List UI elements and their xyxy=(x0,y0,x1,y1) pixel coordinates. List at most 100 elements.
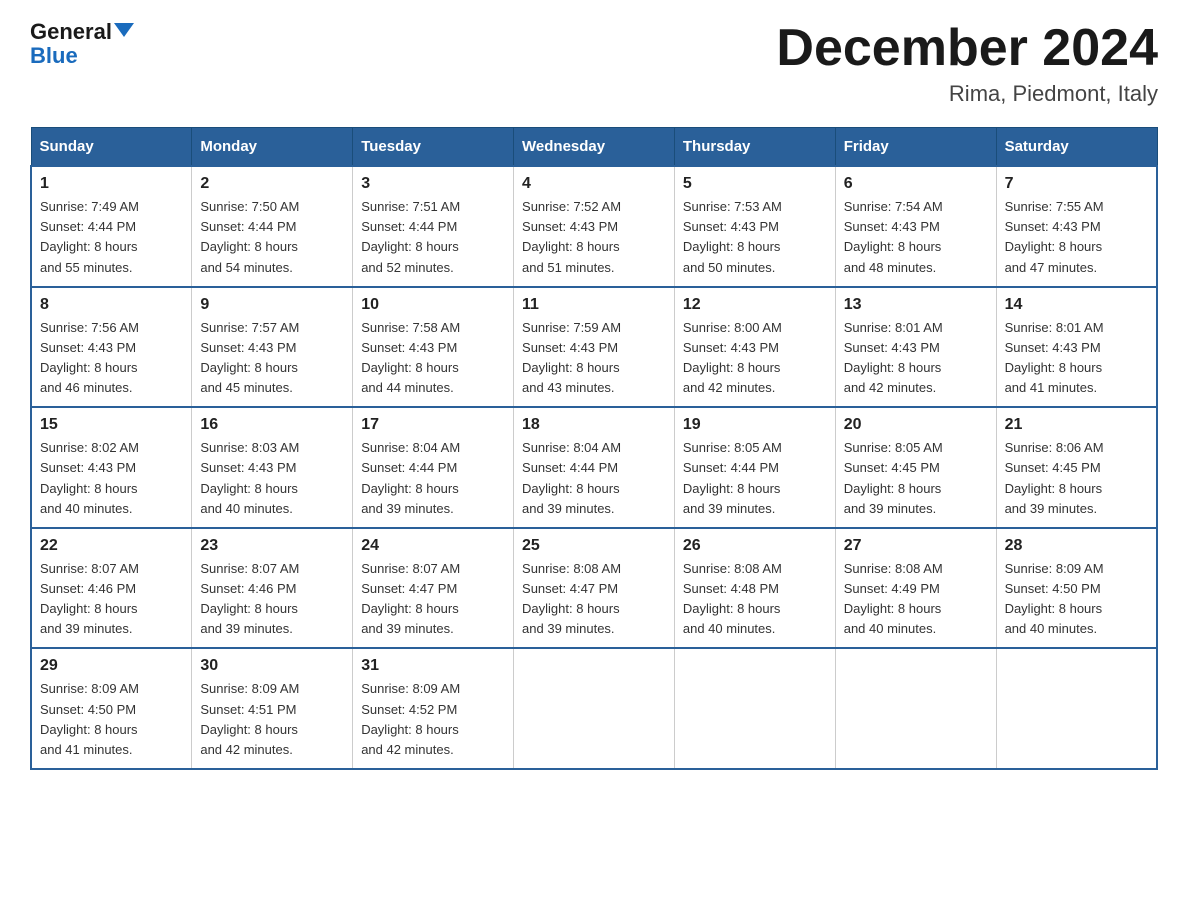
calendar-cell xyxy=(514,648,675,769)
day-info: Sunrise: 8:09 AMSunset: 4:51 PMDaylight:… xyxy=(200,679,344,760)
day-number: 6 xyxy=(844,175,988,193)
day-info: Sunrise: 8:07 AMSunset: 4:47 PMDaylight:… xyxy=(361,559,505,640)
day-number: 19 xyxy=(683,416,827,434)
day-number: 22 xyxy=(40,537,183,555)
day-number: 20 xyxy=(844,416,988,434)
day-info: Sunrise: 7:52 AMSunset: 4:43 PMDaylight:… xyxy=(522,197,666,278)
calendar-cell: 5Sunrise: 7:53 AMSunset: 4:43 PMDaylight… xyxy=(674,166,835,287)
day-number: 18 xyxy=(522,416,666,434)
day-number: 29 xyxy=(40,657,183,675)
calendar-cell: 17 Sunrise: 8:04 AMSunset: 4:44 PMDayligh… xyxy=(353,407,514,528)
title-block: December 2024 Rima, Piedmont, Italy xyxy=(776,20,1158,107)
day-number: 13 xyxy=(844,296,988,314)
calendar-cell: 2 Sunrise: 7:50 AMSunset: 4:44 PMDaylight… xyxy=(192,166,353,287)
day-info: Sunrise: 7:51 AMSunset: 4:44 PMDaylight:… xyxy=(361,197,505,278)
calendar-cell: 28 Sunrise: 8:09 AMSunset: 4:50 PMDayligh… xyxy=(996,528,1157,649)
day-number: 25 xyxy=(522,537,666,555)
header-wednesday: Wednesday xyxy=(514,128,675,167)
calendar-cell: 7 Sunrise: 7:55 AMSunset: 4:43 PMDaylight… xyxy=(996,166,1157,287)
day-info: Sunrise: 8:00 AMSunset: 4:43 PMDaylight:… xyxy=(683,318,827,399)
logo: General Blue xyxy=(30,20,134,68)
day-number: 26 xyxy=(683,537,827,555)
calendar-subtitle: Rima, Piedmont, Italy xyxy=(776,81,1158,107)
calendar-cell: 6 Sunrise: 7:54 AMSunset: 4:43 PMDaylight… xyxy=(835,166,996,287)
day-number: 12 xyxy=(683,296,827,314)
header-friday: Friday xyxy=(835,128,996,167)
calendar-cell xyxy=(835,648,996,769)
day-number: 2 xyxy=(200,175,344,193)
day-number: 4 xyxy=(522,175,666,193)
calendar-cell: 29 Sunrise: 8:09 AMSunset: 4:50 PMDayligh… xyxy=(31,648,192,769)
day-number: 28 xyxy=(1005,537,1148,555)
calendar-cell: 4 Sunrise: 7:52 AMSunset: 4:43 PMDaylight… xyxy=(514,166,675,287)
day-info: Sunrise: 7:54 AMSunset: 4:43 PMDaylight:… xyxy=(844,197,988,278)
calendar-week-3: 15 Sunrise: 8:02 AMSunset: 4:43 PMDayligh… xyxy=(31,407,1157,528)
day-info: Sunrise: 8:09 AMSunset: 4:50 PMDaylight:… xyxy=(40,679,183,760)
day-info: Sunrise: 7:55 AMSunset: 4:43 PMDaylight:… xyxy=(1005,197,1148,278)
calendar-cell: 18 Sunrise: 8:04 AMSunset: 4:44 PMDayligh… xyxy=(514,407,675,528)
day-info: Sunrise: 8:01 AMSunset: 4:43 PMDaylight:… xyxy=(844,318,988,399)
day-number: 7 xyxy=(1005,175,1148,193)
calendar-cell: 20 Sunrise: 8:05 AMSunset: 4:45 PMDayligh… xyxy=(835,407,996,528)
day-info: Sunrise: 8:04 AMSunset: 4:44 PMDaylight:… xyxy=(361,438,505,519)
header-sunday: Sunday xyxy=(31,128,192,167)
day-number: 17 xyxy=(361,416,505,434)
day-number: 14 xyxy=(1005,296,1148,314)
logo-blue-text: Blue xyxy=(30,44,134,68)
day-info: Sunrise: 8:08 AMSunset: 4:49 PMDaylight:… xyxy=(844,559,988,640)
day-number: 31 xyxy=(361,657,505,675)
day-number: 30 xyxy=(200,657,344,675)
calendar-cell: 22Sunrise: 8:07 AMSunset: 4:46 PMDayligh… xyxy=(31,528,192,649)
calendar-cell: 11 Sunrise: 7:59 AMSunset: 4:43 PMDayligh… xyxy=(514,287,675,408)
page-header: General Blue December 2024 Rima, Piedmon… xyxy=(30,20,1158,107)
day-number: 16 xyxy=(200,416,344,434)
calendar-cell: 25Sunrise: 8:08 AMSunset: 4:47 PMDayligh… xyxy=(514,528,675,649)
day-info: Sunrise: 7:59 AMSunset: 4:43 PMDaylight:… xyxy=(522,318,666,399)
calendar-cell: 14 Sunrise: 8:01 AMSunset: 4:43 PMDayligh… xyxy=(996,287,1157,408)
day-info: Sunrise: 8:02 AMSunset: 4:43 PMDaylight:… xyxy=(40,438,183,519)
header-tuesday: Tuesday xyxy=(353,128,514,167)
day-info: Sunrise: 8:05 AMSunset: 4:45 PMDaylight:… xyxy=(844,438,988,519)
calendar-title: December 2024 xyxy=(776,20,1158,77)
calendar-cell: 27 Sunrise: 8:08 AMSunset: 4:49 PMDayligh… xyxy=(835,528,996,649)
day-number: 27 xyxy=(844,537,988,555)
calendar-cell xyxy=(674,648,835,769)
calendar-cell: 24 Sunrise: 8:07 AMSunset: 4:47 PMDayligh… xyxy=(353,528,514,649)
day-number: 10 xyxy=(361,296,505,314)
day-info: Sunrise: 8:09 AMSunset: 4:50 PMDaylight:… xyxy=(1005,559,1148,640)
calendar-cell: 12 Sunrise: 8:00 AMSunset: 4:43 PMDayligh… xyxy=(674,287,835,408)
day-info: Sunrise: 8:06 AMSunset: 4:45 PMDaylight:… xyxy=(1005,438,1148,519)
calendar-cell: 21Sunrise: 8:06 AMSunset: 4:45 PMDayligh… xyxy=(996,407,1157,528)
logo-triangle-icon xyxy=(114,23,134,37)
calendar-cell: 26Sunrise: 8:08 AMSunset: 4:48 PMDayligh… xyxy=(674,528,835,649)
day-info: Sunrise: 7:49 AMSunset: 4:44 PMDaylight:… xyxy=(40,197,183,278)
calendar-cell: 1 Sunrise: 7:49 AMSunset: 4:44 PMDaylight… xyxy=(31,166,192,287)
day-number: 23 xyxy=(200,537,344,555)
calendar-cell: 31 Sunrise: 8:09 AMSunset: 4:52 PMDayligh… xyxy=(353,648,514,769)
header-thursday: Thursday xyxy=(674,128,835,167)
day-info: Sunrise: 8:05 AMSunset: 4:44 PMDaylight:… xyxy=(683,438,827,519)
header-monday: Monday xyxy=(192,128,353,167)
day-number: 3 xyxy=(361,175,505,193)
logo-general-text: General xyxy=(30,20,112,44)
day-info: Sunrise: 8:01 AMSunset: 4:43 PMDaylight:… xyxy=(1005,318,1148,399)
day-number: 15 xyxy=(40,416,183,434)
day-info: Sunrise: 8:07 AMSunset: 4:46 PMDaylight:… xyxy=(200,559,344,640)
calendar-cell: 8Sunrise: 7:56 AMSunset: 4:43 PMDaylight… xyxy=(31,287,192,408)
day-info: Sunrise: 8:04 AMSunset: 4:44 PMDaylight:… xyxy=(522,438,666,519)
day-info: Sunrise: 7:58 AMSunset: 4:43 PMDaylight:… xyxy=(361,318,505,399)
day-info: Sunrise: 7:53 AMSunset: 4:43 PMDaylight:… xyxy=(683,197,827,278)
day-info: Sunrise: 8:09 AMSunset: 4:52 PMDaylight:… xyxy=(361,679,505,760)
day-number: 24 xyxy=(361,537,505,555)
day-number: 11 xyxy=(522,296,666,314)
header-saturday: Saturday xyxy=(996,128,1157,167)
calendar-cell: 23 Sunrise: 8:07 AMSunset: 4:46 PMDayligh… xyxy=(192,528,353,649)
day-info: Sunrise: 7:50 AMSunset: 4:44 PMDaylight:… xyxy=(200,197,344,278)
calendar-cell: 19 Sunrise: 8:05 AMSunset: 4:44 PMDayligh… xyxy=(674,407,835,528)
calendar-cell: 3 Sunrise: 7:51 AMSunset: 4:44 PMDaylight… xyxy=(353,166,514,287)
calendar-week-1: 1 Sunrise: 7:49 AMSunset: 4:44 PMDaylight… xyxy=(31,166,1157,287)
day-info: Sunrise: 7:56 AMSunset: 4:43 PMDaylight:… xyxy=(40,318,183,399)
day-number: 1 xyxy=(40,175,183,193)
calendar-cell: 16Sunrise: 8:03 AMSunset: 4:43 PMDayligh… xyxy=(192,407,353,528)
calendar-cell xyxy=(996,648,1157,769)
